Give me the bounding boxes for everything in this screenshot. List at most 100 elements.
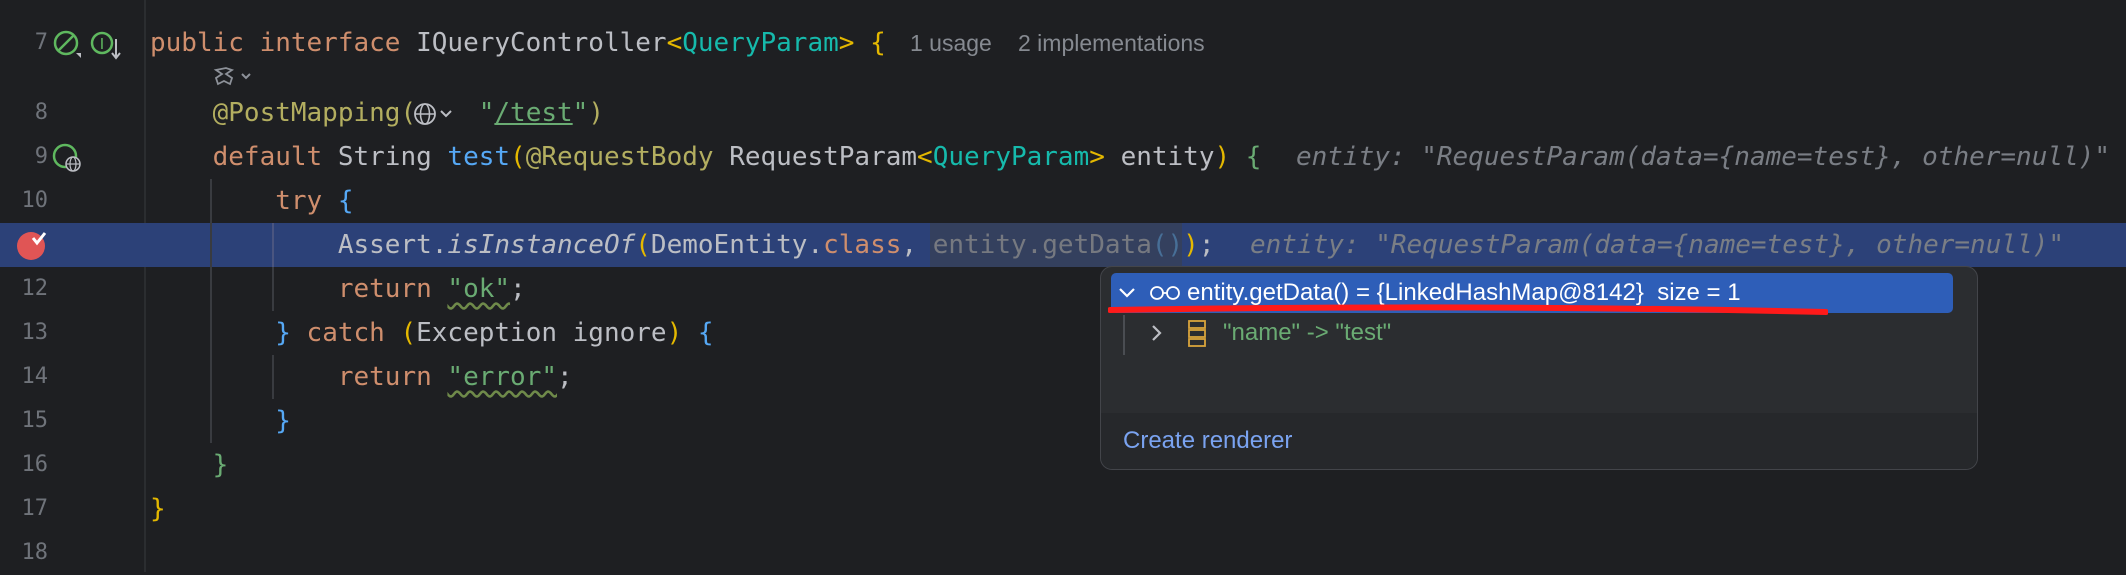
- code-text: } catch (Exception ignore) {: [150, 311, 714, 355]
- code-token: (: [635, 230, 651, 260]
- inline-debug-value: entity: "RequestParam(data={name=test}, …: [1296, 142, 2110, 172]
- create-renderer-link[interactable]: Create renderer: [1123, 421, 1292, 461]
- line-number: 14: [21, 364, 49, 389]
- code-token: ;: [557, 362, 573, 392]
- code-text: return "error";: [150, 355, 573, 399]
- implementation-icon[interactable]: I: [88, 27, 122, 61]
- code-token: }: [150, 318, 307, 348]
- code-text: public interface IQueryController<QueryP…: [150, 21, 886, 65]
- code-token: ": [572, 98, 589, 128]
- ai-assist-icon[interactable]: [212, 64, 256, 90]
- code-token: ): [588, 98, 604, 128]
- code-token: <: [666, 28, 683, 58]
- code-token: {: [337, 186, 354, 216]
- line-number: 9: [34, 144, 48, 169]
- code-text: try {: [150, 179, 354, 223]
- code-token: ): [1214, 142, 1246, 172]
- code-text: }: [150, 399, 291, 443]
- line-number: 7: [34, 30, 48, 55]
- indent-guide: [272, 223, 274, 267]
- code-token: entity: [1120, 142, 1215, 172]
- svg-text:I: I: [100, 35, 104, 53]
- code-token: /test: [494, 98, 573, 128]
- code-token: catch: [306, 318, 401, 348]
- code-token: ;: [1198, 230, 1215, 260]
- code-token: {: [1245, 142, 1262, 172]
- code-token: @PostMapping(: [150, 98, 417, 128]
- implementations-hint[interactable]: 2 implementations: [1018, 21, 1205, 65]
- code-token: public interface: [150, 28, 417, 58]
- line-number: 15: [21, 408, 49, 433]
- code-token: test: [447, 142, 511, 172]
- code-token: QueryParam: [932, 142, 1090, 172]
- chevron-down-icon[interactable]: [1117, 285, 1137, 301]
- code-token: return: [150, 274, 448, 304]
- code-text: return "ok";: [150, 267, 526, 311]
- code-line-8[interactable]: 8 @PostMapping( "/test"): [0, 91, 2126, 135]
- line-number: 16: [21, 452, 49, 477]
- popup-child-entry[interactable]: "name" -> "test": [1223, 313, 1391, 353]
- code-token: ;: [510, 274, 526, 304]
- code-token: >: [1089, 142, 1121, 172]
- code-line-17[interactable]: 17 }: [0, 487, 2126, 531]
- watch-glasses-icon: [1150, 286, 1180, 300]
- indent-guide: [272, 355, 274, 399]
- code-token: "ok": [447, 274, 511, 304]
- code-line-6: 6: [0, 0, 2126, 10]
- code-token: default: [150, 142, 338, 172]
- line-number: 13: [21, 320, 49, 345]
- code-token: class: [823, 230, 902, 260]
- no-entry-icon[interactable]: [50, 27, 84, 61]
- code-token: <: [917, 142, 933, 172]
- line-number: 8: [34, 100, 48, 125]
- code-line-10[interactable]: 10 try {: [0, 179, 2126, 223]
- code-token: {: [870, 28, 886, 58]
- code-token: }: [150, 494, 166, 524]
- code-text: }: [150, 443, 229, 487]
- code-token: "error": [447, 362, 557, 392]
- code-line-18[interactable]: 18: [0, 531, 2126, 575]
- inline-debug-value: entity: "RequestParam(data={name=test}, …: [1250, 230, 2064, 260]
- code-text: @PostMapping( "/test"): [150, 91, 604, 135]
- code-token: try: [150, 186, 338, 216]
- breakpoint-icon[interactable]: [14, 229, 50, 263]
- code-token: String: [337, 142, 448, 172]
- code-token: return: [150, 362, 448, 392]
- code-token: ): [1183, 230, 1199, 260]
- hovered-expression-highlight: [930, 223, 1182, 267]
- code-token: (: [400, 318, 417, 348]
- code-token: ,: [901, 230, 933, 260]
- code-token: >: [838, 28, 871, 58]
- code-line-9[interactable]: 9 default String test(@RequestBody Reque…: [0, 135, 2126, 179]
- code-token: {: [697, 318, 714, 348]
- code-token: Exception ignore: [416, 318, 667, 348]
- code-token: (: [510, 142, 526, 172]
- line-number: 18: [21, 540, 49, 565]
- code-token: ): [666, 318, 698, 348]
- indent-guide: [210, 179, 212, 443]
- web-endpoint-icon[interactable]: [413, 101, 459, 127]
- code-token: QueryParam: [682, 28, 839, 58]
- debug-value-popup: entity.getData() = {LinkedHashMap@8142} …: [1100, 266, 1978, 470]
- code-token: }: [150, 406, 291, 436]
- code-token: Assert.: [150, 230, 448, 260]
- code-token: ": [478, 98, 495, 128]
- map-entry-icon: [1188, 320, 1206, 347]
- line-number: 12: [21, 276, 49, 301]
- chevron-right-icon[interactable]: [1149, 323, 1165, 343]
- red-annotation-underline: [1108, 304, 1828, 315]
- code-text: }: [150, 487, 166, 531]
- line-number: 17: [21, 496, 49, 521]
- indent-guide: [272, 267, 274, 311]
- code-token: @RequestBody: [525, 142, 730, 172]
- usages-hint[interactable]: 1 usage: [910, 21, 992, 65]
- code-token: IQueryController: [416, 28, 667, 58]
- code-token: isInstanceOf: [447, 230, 636, 260]
- web-endpoint-icon[interactable]: [50, 141, 86, 175]
- code-line-7[interactable]: 7 I public interface IQueryController<Qu…: [0, 21, 2126, 65]
- code-text: default String test(@RequestBody Request…: [150, 135, 1262, 179]
- popup-footer: Create renderer: [1101, 413, 1977, 469]
- code-token: DemoEntity.: [650, 230, 824, 260]
- line-number: 10: [21, 188, 49, 213]
- line-number: 6: [0, 0, 48, 10]
